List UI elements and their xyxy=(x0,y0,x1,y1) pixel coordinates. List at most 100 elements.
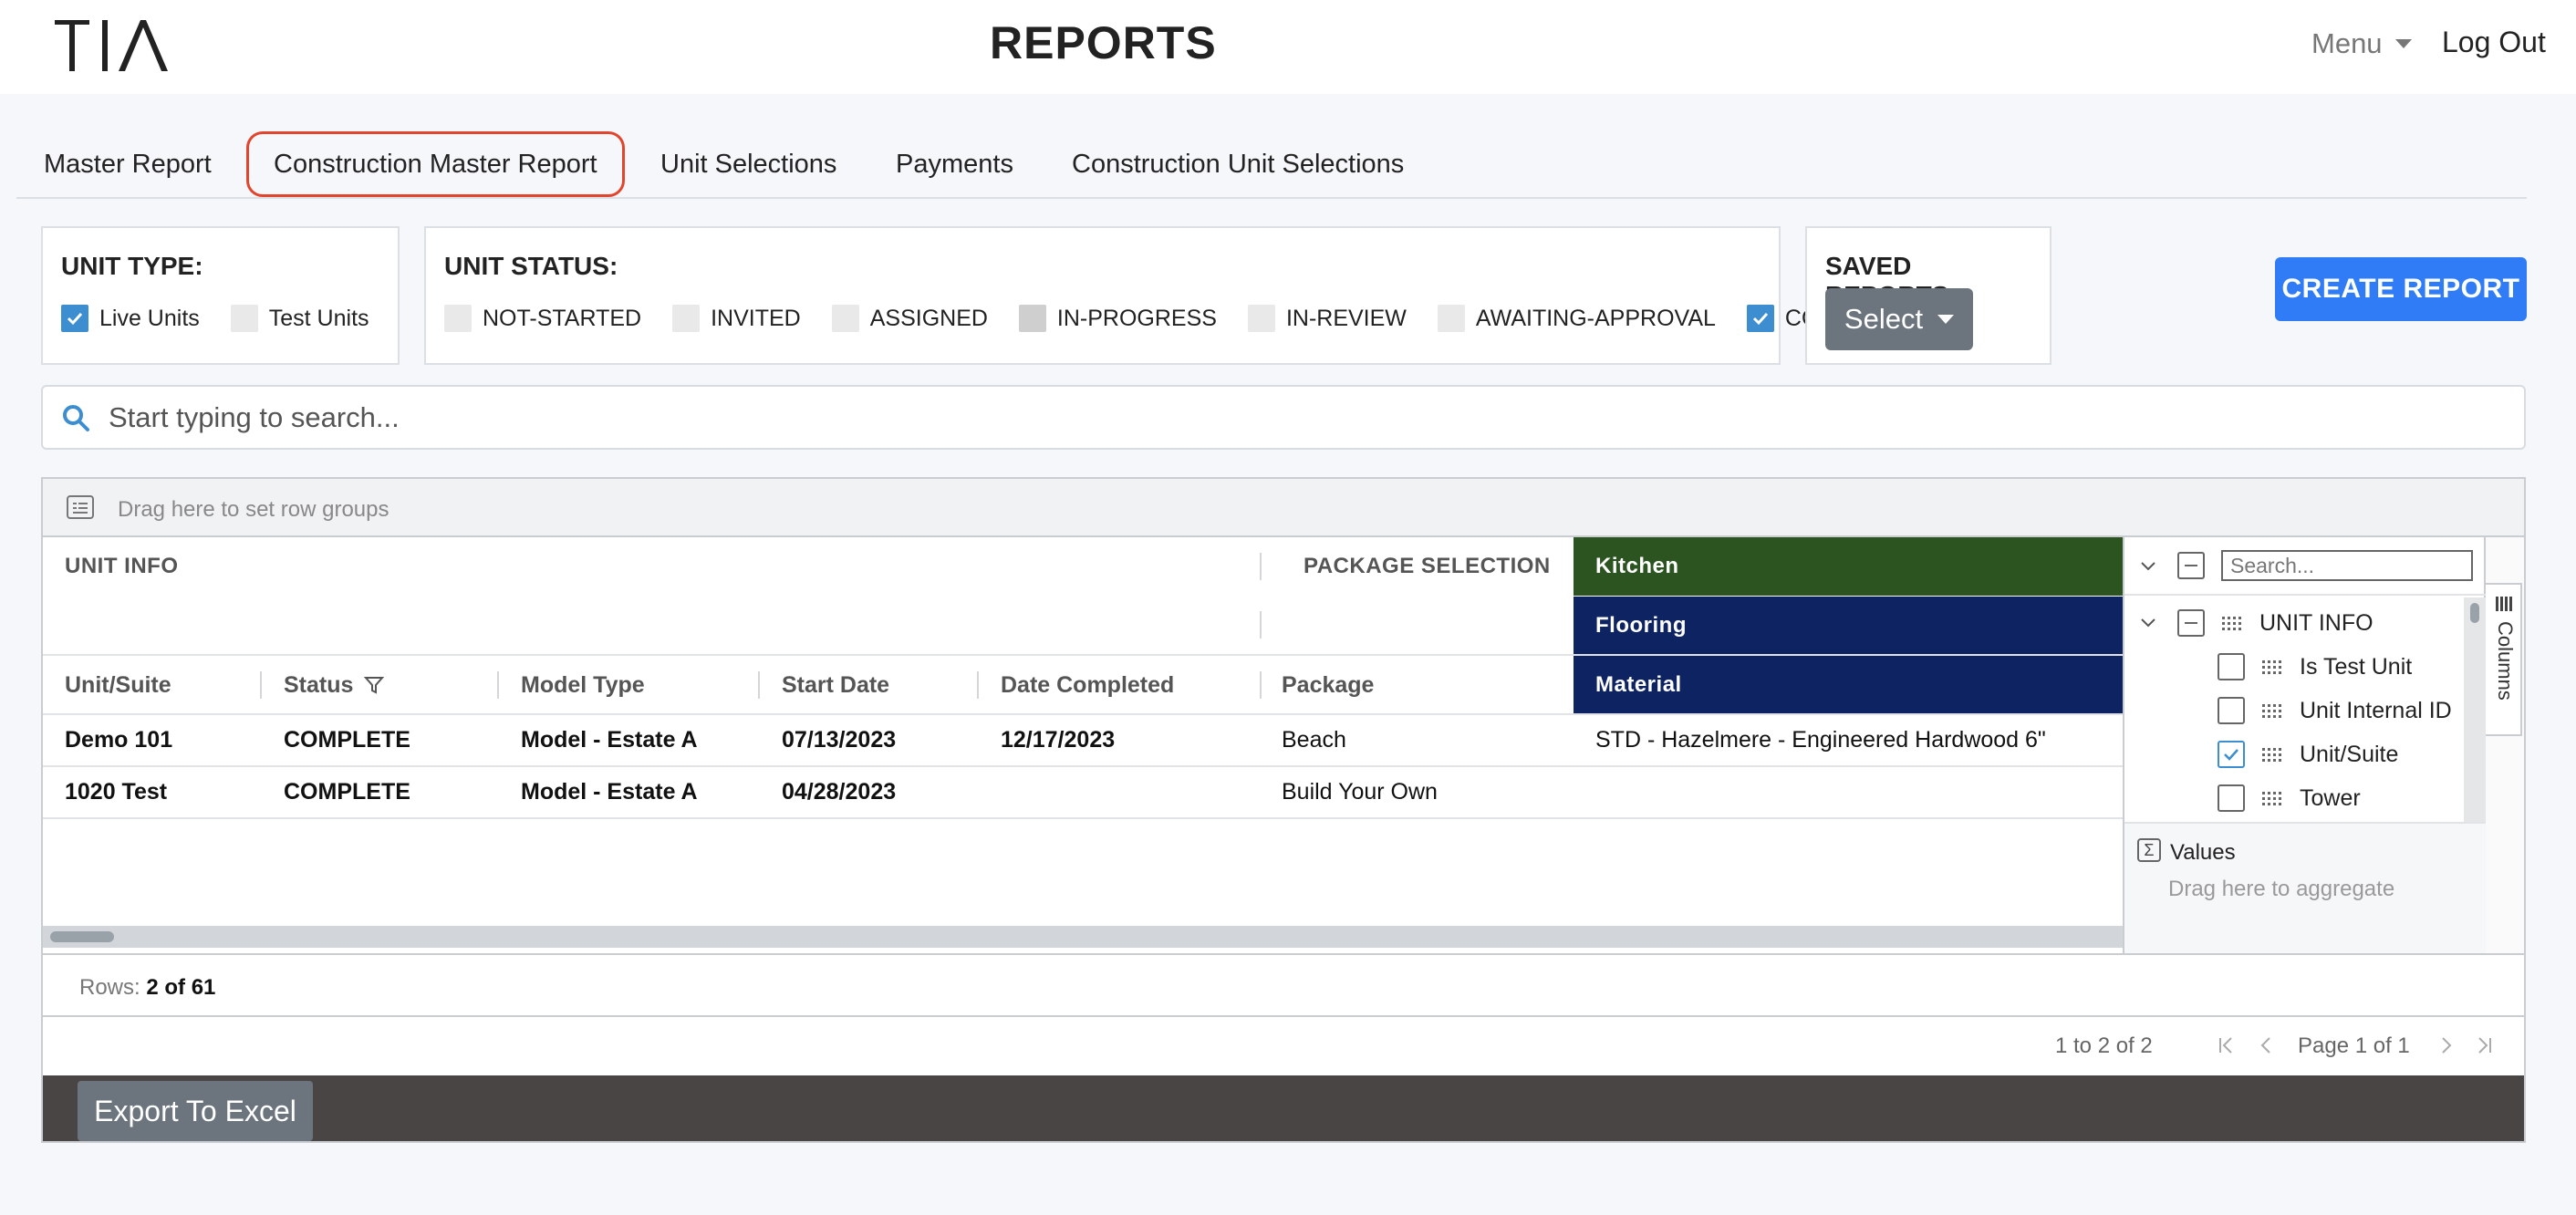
column-header-date-completed[interactable]: Date Completed xyxy=(1001,656,1174,714)
drag-handle-icon[interactable] xyxy=(2261,790,2281,806)
cell-package[interactable]: Build Your Own xyxy=(1282,766,1438,817)
report-tabs: Master Report Construction Master Report… xyxy=(16,128,2527,199)
column-list-scrollbar[interactable] xyxy=(2464,597,2486,822)
cell-model[interactable]: Model - Estate A xyxy=(521,714,698,765)
chevron-down-icon[interactable] xyxy=(2139,614,2157,632)
create-report-button[interactable]: CREATE REPORT xyxy=(2275,257,2527,321)
test-units-label: Test Units xyxy=(268,305,369,331)
tab-payments[interactable]: Payments xyxy=(896,131,1013,197)
caret-down-icon xyxy=(2394,39,2412,48)
logout-link[interactable]: Log Out xyxy=(2442,26,2546,59)
column-item-label: Tower xyxy=(2300,784,2361,811)
column-item-unit-internal-id[interactable]: Unit Internal ID xyxy=(2218,689,2452,732)
cell-start-date[interactable]: 04/28/2023 xyxy=(782,766,896,817)
drag-handle-icon[interactable] xyxy=(2261,659,2281,675)
previous-page-icon[interactable] xyxy=(2256,1033,2278,1057)
unit-type-filter: UNIT TYPE: Live Units Test Units xyxy=(41,226,400,365)
saved-reports-select[interactable]: Select xyxy=(1825,288,1973,350)
column-item-label: Unit/Suite xyxy=(2300,741,2399,767)
tab-master-report[interactable]: Master Report xyxy=(44,131,212,197)
column-search-input[interactable] xyxy=(2221,550,2473,581)
export-to-excel-button[interactable]: Export To Excel xyxy=(78,1081,313,1141)
columns-side-tab[interactable]: Columns xyxy=(2486,583,2522,736)
cell-unit[interactable]: 1020 Test xyxy=(65,766,167,817)
column-group-unit-info[interactable]: UNIT INFO xyxy=(2139,601,2373,645)
search-icon xyxy=(63,405,89,431)
drag-handle-icon[interactable] xyxy=(2261,702,2281,719)
cell-status[interactable]: COMPLETE xyxy=(284,714,410,765)
cell-package[interactable]: Beach xyxy=(1282,714,1346,765)
cell-start-date[interactable]: 07/13/2023 xyxy=(782,714,896,765)
live-units-label: Live Units xyxy=(99,305,200,331)
tab-construction-master-report[interactable]: Construction Master Report xyxy=(246,131,625,197)
unit-status-options: NOT-STARTED INVITED ASSIGNED IN-PROGRESS… xyxy=(444,305,1941,332)
column-checkbox[interactable] xyxy=(2218,697,2245,724)
group-header-flooring: Flooring xyxy=(1574,597,2123,655)
column-checkbox[interactable] xyxy=(2218,653,2245,680)
tia-logo xyxy=(55,20,168,71)
assigned-label: ASSIGNED xyxy=(869,305,988,331)
test-units-checkbox[interactable] xyxy=(230,305,258,332)
cell-date-completed[interactable]: 12/17/2023 xyxy=(1001,714,1115,765)
status-header-label: Status xyxy=(284,671,354,698)
search-input[interactable] xyxy=(109,398,2480,438)
column-header-package[interactable]: Package xyxy=(1282,656,1374,714)
tab-unit-selections[interactable]: Unit Selections xyxy=(660,131,836,197)
caret-down-icon xyxy=(1937,315,1955,324)
column-item-unit-suite[interactable]: Unit/Suite xyxy=(2218,732,2398,776)
search-bar xyxy=(41,385,2526,450)
grid-body: UNIT INFO PACKAGE SELECTION Kitchen Floo… xyxy=(43,537,2123,953)
complete-checkbox[interactable] xyxy=(1746,305,1774,332)
values-drop-zone[interactable]: Σ Values Drag here to aggregate xyxy=(2124,822,2486,953)
chevron-down-icon[interactable] xyxy=(2139,557,2157,576)
pager-page-text: Page 1 of 1 xyxy=(2298,1033,2410,1058)
column-header-unit-suite[interactable]: Unit/Suite xyxy=(65,656,171,714)
scrollbar-thumb[interactable] xyxy=(50,931,114,942)
last-page-icon[interactable] xyxy=(2473,1033,2495,1057)
grid-pager: 1 to 2 of 2 Page 1 of 1 xyxy=(43,1017,2524,1075)
cell-material[interactable]: STD - Hazelmere - Engineered Hardwood 6" xyxy=(1595,714,2046,765)
not-started-label: NOT-STARTED xyxy=(483,305,642,331)
assigned-checkbox[interactable] xyxy=(831,305,859,332)
drag-handle-icon[interactable] xyxy=(2261,746,2281,763)
first-page-icon[interactable] xyxy=(2216,1033,2238,1057)
check-icon xyxy=(2224,749,2238,761)
columns-tab-label: Columns xyxy=(2494,621,2517,701)
drag-handle-icon[interactable] xyxy=(2221,615,2241,631)
menu-dropdown[interactable]: Menu xyxy=(2311,27,2412,60)
column-header-material[interactable]: Material xyxy=(1574,656,2123,714)
awaiting-approval-checkbox[interactable] xyxy=(1437,305,1465,332)
header-separator xyxy=(260,671,262,699)
column-item-label: Is Test Unit xyxy=(2300,653,2413,680)
cell-unit[interactable]: Demo 101 xyxy=(65,714,172,765)
columns-panel-header xyxy=(2124,537,2486,596)
rows-label: Rows: xyxy=(79,975,140,1000)
column-item-label: Unit Internal ID xyxy=(2300,697,2452,723)
awaiting-approval-label: AWAITING-APPROVAL xyxy=(1475,305,1716,331)
column-checkbox[interactable] xyxy=(2218,784,2245,812)
live-units-checkbox[interactable] xyxy=(61,305,88,332)
column-header-start-date[interactable]: Start Date xyxy=(782,656,889,714)
header-separator xyxy=(1260,671,1262,699)
column-item-is-test-unit[interactable]: Is Test Unit xyxy=(2218,645,2412,689)
horizontal-scrollbar[interactable] xyxy=(43,926,2123,948)
rows-value: 2 of 61 xyxy=(146,975,216,1000)
select-all-checkbox[interactable] xyxy=(2177,552,2205,579)
cell-status[interactable]: COMPLETE xyxy=(284,766,410,817)
in-progress-checkbox[interactable] xyxy=(1018,305,1046,332)
row-group-drop-zone[interactable]: Drag here to set row groups xyxy=(43,479,2524,537)
group-checkbox[interactable] xyxy=(2177,609,2205,637)
in-review-checkbox[interactable] xyxy=(1247,305,1275,332)
next-page-icon[interactable] xyxy=(2435,1033,2457,1057)
unit-type-title: UNIT TYPE: xyxy=(61,252,203,280)
not-started-checkbox[interactable] xyxy=(444,305,472,332)
invited-checkbox[interactable] xyxy=(672,305,701,332)
column-checkbox[interactable] xyxy=(2218,741,2245,768)
sigma-icon: Σ xyxy=(2137,838,2161,862)
column-header-status[interactable]: Status xyxy=(284,656,385,714)
column-header-model-type[interactable]: Model Type xyxy=(521,656,645,714)
column-item-tower[interactable]: Tower xyxy=(2218,776,2361,820)
tab-construction-unit-selections[interactable]: Construction Unit Selections xyxy=(1072,131,1404,197)
scrollbar-thumb[interactable] xyxy=(2470,603,2479,623)
cell-model[interactable]: Model - Estate A xyxy=(521,766,698,817)
